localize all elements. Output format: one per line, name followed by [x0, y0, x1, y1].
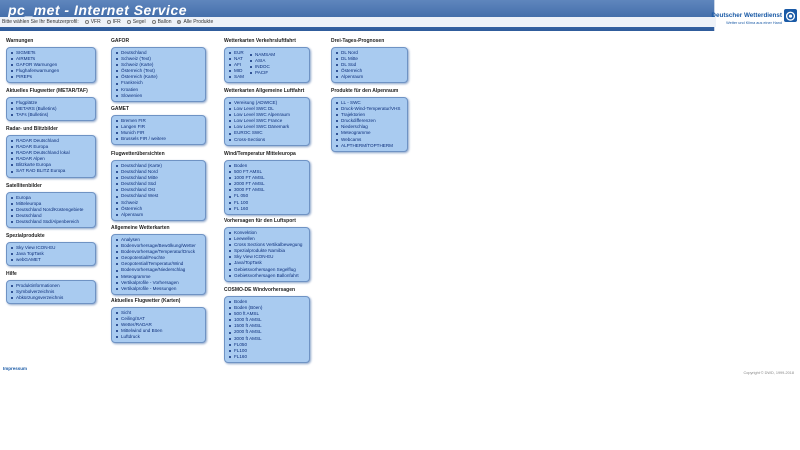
section-windtemp: Wind/Temperatur Mitteleuropa Boden 500 FT… — [224, 151, 310, 215]
menu-link[interactable]: Alpenraum — [116, 212, 202, 218]
verkehr-box: EUR NAT AFI MID SAM NAMSAM ASIA INDOC PACIF — [224, 47, 310, 84]
logo-tagline: Wetter und Klima aus einer Hand — [726, 21, 782, 25]
section-spezial: Spezialprodukte Sky View ICON-EU Java Top… — [6, 233, 96, 267]
menu-link[interactable]: Alpenraum — [336, 74, 404, 80]
menu-link[interactable]: Deutschland Süd/Alpenbereich — [11, 219, 92, 225]
menu-link[interactable]: Abkürzungsverzeichnis — [11, 295, 92, 301]
radar-box: RADAR Deutschland RADAR Europa RADAR Deuts… — [6, 135, 96, 178]
menu-link[interactable]: Brussels FIR / weitere — [116, 136, 202, 142]
section-alpenraum: Produkte für den Alpenraum LL - SWC Druck… — [331, 88, 408, 152]
radio-icon[interactable] — [151, 20, 156, 24]
alpenraum-box: LL - SWC Druck-Wind-Temperatur/VHS Trajekt… — [331, 97, 408, 152]
copyright-text: Copyright © DWD, 1999-2018 — [743, 371, 795, 375]
section-gafor: GAFOR Deutschland Schweiz (Text) Schweiz (… — [111, 38, 206, 102]
profile-selector: Bitte wählen Sie Ihr Benutzerprofil: VFR… — [2, 19, 213, 25]
menu-link[interactable]: Cross-Sections — [229, 137, 306, 143]
aktuelles-karten-box: Sicht Ceiling/SAT Wetter/RADAR Mittelwind u… — [111, 307, 206, 344]
profile-label: Bitte wählen Sie Ihr Benutzerprofil: — [2, 19, 79, 25]
menu-link[interactable]: ALPTHERM/TOPTHERM — [336, 143, 404, 149]
profile-option-ballon[interactable]: Ballon — [151, 19, 171, 25]
menu-link[interactable]: TAFs (Bulletins) — [11, 112, 92, 118]
section-satelliten: Satellitenbilder Europa Mitteleuropa Deuts… — [6, 183, 96, 229]
allg-luftfahrt-box: Vereisung (ADWICE) Low Level SWC DL Low Le… — [224, 97, 310, 146]
menu-link[interactable]: Luftdruck — [116, 334, 202, 340]
uebersichten-box: Deutschland (Karte) Deutschland Nord Deuts… — [111, 160, 206, 221]
gamet-box: Bremen FIR Langen FIR Munich FIR Brussels F… — [111, 115, 206, 146]
radio-icon[interactable] — [126, 20, 131, 24]
dwd-spiral-icon — [784, 9, 797, 22]
profile-option-ifr[interactable]: IFR — [106, 19, 121, 25]
section-radar: Radar- und Blitzbilder RADAR Deutschland… — [6, 126, 96, 178]
menu-link[interactable]: PACIF — [250, 70, 275, 76]
satelliten-box: Europa Mitteleuropa Deutschland Nord/Küste… — [6, 192, 96, 229]
logo-org-name: Deutscher Wetterdienst — [711, 12, 782, 19]
profile-option-segel[interactable]: Segel — [126, 19, 146, 25]
impressum-link[interactable]: Impressum — [3, 366, 27, 371]
section-flugwetter: Aktuelles Flugwetter (METAR/TAF) Flugplä… — [6, 88, 96, 122]
menu-link[interactable]: Slowenien — [116, 93, 202, 99]
app-title: pc_met - Internet Service — [8, 2, 188, 18]
menu-link[interactable]: Vertikalprofile - Messungen — [116, 286, 202, 292]
menu-link[interactable]: FL160 — [229, 354, 306, 360]
menu-link[interactable]: SAM — [229, 74, 244, 80]
dwd-logo[interactable]: Deutscher Wetterdienst Wetter und Klima … — [711, 0, 800, 31]
section-cosmo: COSMO-DE Windvorhersagen Boden Boden (Böe… — [224, 287, 310, 363]
warnungen-box: SIGMETs AIRMETs GAFOR Warnungen Flughafenwa… — [6, 47, 96, 84]
menu-link[interactable]: FL 160 — [229, 206, 306, 212]
section-verkehr: Wetterkarten Verkehrsluftfahrt EUR NAT AFI… — [224, 38, 310, 84]
dreitages-box: DL Nord DL Mitte DL Süd Österreich Alpenraum — [331, 47, 408, 84]
profile-option-vfr[interactable]: VFR — [84, 19, 101, 25]
section-uebersichten: Flugwetterübersichten Deutschland (Karte… — [111, 151, 206, 221]
radio-selected-icon[interactable] — [177, 20, 182, 24]
section-warnungen: Warnungen SIGMETs AIRMETs GAFOR Warnungen F… — [6, 38, 96, 84]
menu-link[interactable]: webGAMET — [11, 257, 92, 263]
radio-icon[interactable] — [106, 20, 111, 24]
profile-option-alle[interactable]: Alle Produkte — [177, 19, 213, 25]
menu-link[interactable]: PIREPs — [11, 74, 92, 80]
section-dreitages: Drei-Tages-Prognosen DL Nord DL Mitte DL S… — [331, 38, 408, 84]
section-gamet: GAMET Bremen FIR Langen FIR Munich FIR Brus… — [111, 106, 206, 146]
section-allg-luftfahrt: Wetterkarten Allgemeine Luftfahrt Vereis… — [224, 88, 310, 146]
section-allgemeine: Allgemeine Wetterkarten Analysen Bodenvor… — [111, 225, 206, 295]
luftsport-box: Konvektion Leewellen Cross Sections Vertik… — [224, 227, 310, 282]
gafor-box: Deutschland Schweiz (Text) Schweiz (Karte)… — [111, 47, 206, 102]
hilfe-box: Produktinformationen Symbolverzeichnis Abk… — [6, 280, 96, 305]
windtemp-box: Boden 500 FT AMSL 1000 FT AMSL 2000 FT AMSL… — [224, 160, 310, 215]
radio-icon[interactable] — [84, 20, 89, 24]
section-luftsport: Vorhersagen für den Luftsport Konvektion… — [224, 218, 310, 282]
menu-link[interactable]: SAT RAD BLITZ Europa — [11, 168, 92, 174]
spezial-box: Sky View ICON-EU Java TopTask webGAMET — [6, 242, 96, 267]
menu-link[interactable]: Gebietsvorhersagen Ballonfahrt — [229, 273, 306, 279]
cosmo-box: Boden Boden (Böen) 500 ft AMSL 1000 ft AMSL… — [224, 296, 310, 363]
section-aktuelles-karten: Aktuelles Flugwetter (Karten) Sicht Ceili… — [111, 298, 206, 344]
flugwetter-box: Flugplätze METARS (Bulletins) TAFs (Bullet… — [6, 97, 96, 122]
allgemeine-box: Analysen Bodenvorhersage/Bewölkung/Wetter… — [111, 234, 206, 295]
section-hilfe: Hilfe Produktinformationen Symbolverzeich… — [6, 271, 96, 305]
